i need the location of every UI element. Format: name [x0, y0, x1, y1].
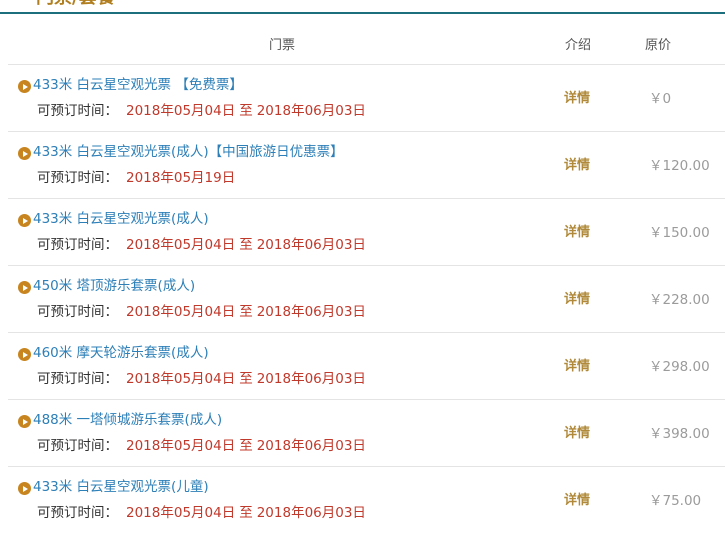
booking-to: 至 — [239, 103, 253, 119]
booking-start-date: 2018年05月04日 — [126, 371, 236, 387]
detail-link[interactable]: 详情 — [564, 224, 590, 242]
ticket-name-link[interactable]: 433米 白云星空观光票(成人)【中国旅游日优惠票】 — [33, 143, 344, 161]
booking-period: 可预订时间： 2018年05月19日 — [37, 169, 235, 187]
detail-link[interactable]: 详情 — [564, 90, 590, 108]
ticket-list-page: 门票/套餐 门票 介绍 原价 433米 白云星空观光票 【免费票】 可预订时间：… — [0, 0, 725, 533]
booking-period: 可预订时间： 2018年05月04日至 2018年06月03日 — [37, 303, 366, 321]
section-divider — [0, 12, 725, 14]
original-price: ￥0 — [649, 91, 672, 107]
booking-to: 至 — [239, 237, 253, 253]
booking-start-date: 2018年05月04日 — [126, 304, 236, 320]
ticket-row: 450米 塔顶游乐套票(成人) 可预订时间： 2018年05月04日至 2018年0… — [8, 266, 725, 333]
play-bullet-icon — [18, 147, 31, 160]
ticket-name-link[interactable]: 488米 一塔倾城游乐套票(成人) — [33, 411, 222, 429]
ticket-name-link[interactable]: 460米 摩天轮游乐套票(成人) — [33, 344, 209, 362]
original-price: ￥150.00 — [649, 225, 710, 241]
booking-end-date: 2018年06月03日 — [256, 371, 366, 387]
booking-start-date: 2018年05月19日 — [126, 170, 236, 186]
ticket-name-link[interactable]: 433米 白云星空观光票(儿童) — [33, 478, 209, 496]
booking-end-date: 2018年06月03日 — [256, 438, 366, 454]
detail-link[interactable]: 详情 — [564, 425, 590, 443]
booking-start-date: 2018年05月04日 — [126, 438, 236, 454]
section-title: 门票/套餐 — [36, 0, 115, 8]
booking-to: 至 — [239, 304, 253, 320]
ticket-row: 433米 白云星空观光票(成人)【中国旅游日优惠票】 可预订时间： 2018年05… — [8, 132, 725, 199]
detail-link[interactable]: 详情 — [564, 157, 590, 175]
booking-label: 可预订时间： — [37, 371, 118, 387]
booking-period: 可预订时间： 2018年05月04日至 2018年06月03日 — [37, 437, 366, 455]
column-header-intro: 介绍 — [565, 38, 592, 53]
ticket-row: 488米 一塔倾城游乐套票(成人) 可预订时间： 2018年05月04日至 2018… — [8, 400, 725, 467]
booking-end-date: 2018年06月03日 — [256, 304, 366, 320]
booking-to: 至 — [239, 438, 253, 454]
booking-start-date: 2018年05月04日 — [126, 103, 236, 119]
original-price: ￥398.00 — [649, 426, 710, 442]
play-bullet-icon — [18, 214, 31, 227]
play-bullet-icon — [18, 482, 31, 495]
detail-link[interactable]: 详情 — [564, 358, 590, 376]
booking-period: 可预订时间： 2018年05月04日至 2018年06月03日 — [37, 102, 366, 120]
booking-label: 可预订时间： — [37, 170, 118, 186]
play-bullet-icon — [18, 415, 31, 428]
original-price: ￥298.00 — [649, 359, 710, 375]
ticket-name-link[interactable]: 450米 塔顶游乐套票(成人) — [33, 277, 195, 295]
ticket-row: 433米 白云星空观光票(儿童) 可预订时间： 2018年05月04日至 2018年… — [8, 467, 725, 533]
detail-link[interactable]: 详情 — [564, 291, 590, 309]
booking-label: 可预订时间： — [37, 304, 118, 320]
play-bullet-icon — [18, 80, 31, 93]
ticket-name-link[interactable]: 433米 白云星空观光票(成人) — [33, 210, 209, 228]
booking-to: 至 — [239, 505, 253, 521]
original-price: ￥75.00 — [649, 493, 702, 509]
booking-label: 可预订时间： — [37, 505, 118, 521]
original-price: ￥120.00 — [649, 158, 710, 174]
column-header-price: 原价 — [645, 38, 672, 53]
booking-end-date: 2018年06月03日 — [256, 237, 366, 253]
booking-start-date: 2018年05月04日 — [126, 505, 236, 521]
play-bullet-icon — [18, 348, 31, 361]
ticket-name-link[interactable]: 433米 白云星空观光票 【免费票】 — [33, 76, 243, 94]
ticket-row: 460米 摩天轮游乐套票(成人) 可预订时间： 2018年05月04日至 2018年… — [8, 333, 725, 400]
booking-start-date: 2018年05月04日 — [126, 237, 236, 253]
booking-label: 可预订时间： — [37, 103, 118, 119]
booking-period: 可预订时间： 2018年05月04日至 2018年06月03日 — [37, 370, 366, 388]
detail-link[interactable]: 详情 — [564, 492, 590, 510]
booking-period: 可预订时间： 2018年05月04日至 2018年06月03日 — [37, 236, 366, 254]
booking-to: 至 — [239, 371, 253, 387]
booking-end-date: 2018年06月03日 — [256, 505, 366, 521]
ticket-row: 433米 白云星空观光票 【免费票】 可预订时间： 2018年05月04日至 201… — [8, 65, 725, 132]
booking-end-date: 2018年06月03日 — [256, 103, 366, 119]
column-header-ticket: 门票 — [269, 38, 296, 53]
original-price: ￥228.00 — [649, 292, 710, 308]
ticket-row: 433米 白云星空观光票(成人) 可预订时间： 2018年05月04日至 2018年… — [8, 199, 725, 266]
play-bullet-icon — [18, 281, 31, 294]
booking-label: 可预订时间： — [37, 237, 118, 253]
booking-period: 可预订时间： 2018年05月04日至 2018年06月03日 — [37, 504, 366, 522]
booking-label: 可预订时间： — [37, 438, 118, 454]
